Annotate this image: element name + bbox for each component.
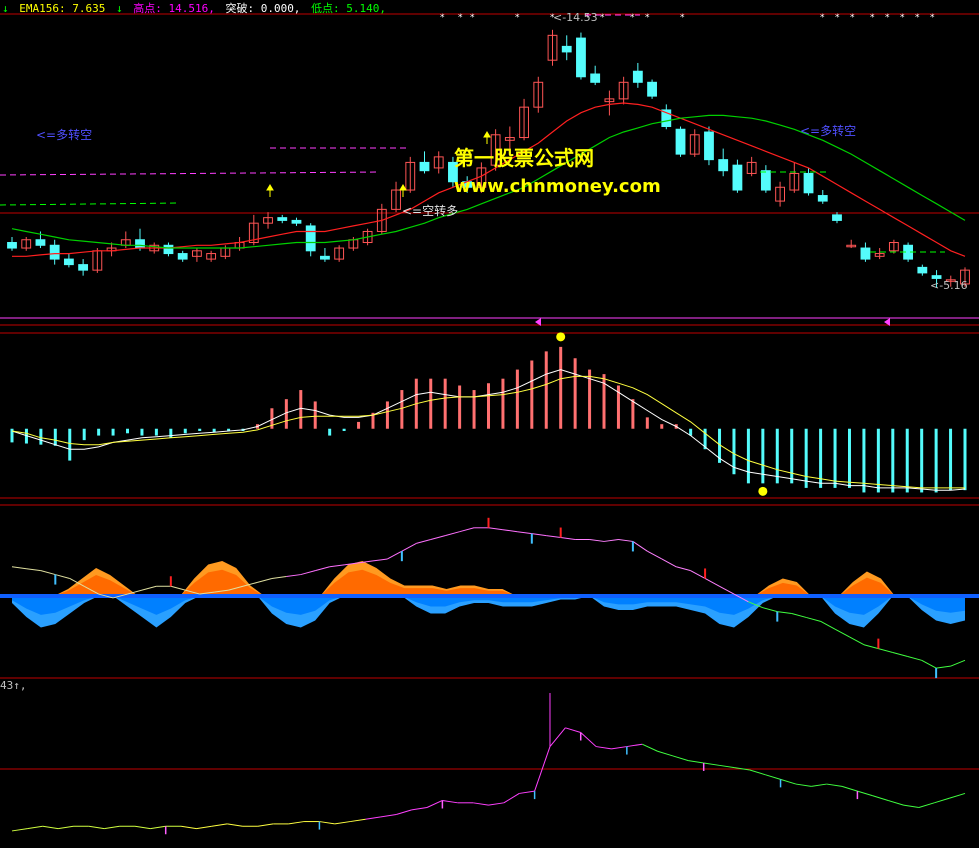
candle-body: [78, 264, 89, 271]
candle-body: [832, 214, 842, 221]
candle-body: [35, 239, 46, 246]
panel4-label: 43↑,: [0, 679, 27, 692]
header-ema-value: EMA156: 7.635: [19, 2, 106, 15]
top-marker-star: *: [850, 13, 855, 23]
annotation-short-to-long: <=空转多: [402, 204, 459, 218]
candle-body: [49, 244, 60, 260]
candle-body: [917, 266, 928, 274]
top-marker-star: *: [835, 13, 840, 23]
top-marker-star: *: [885, 13, 890, 23]
candle-body: [63, 258, 74, 266]
top-marker-star: *: [930, 13, 935, 23]
candle-body: [576, 37, 586, 78]
top-marker-star: *: [515, 13, 520, 23]
candle-body: [7, 242, 17, 249]
candle-body: [163, 244, 174, 255]
macd-extreme-dot: [758, 486, 768, 496]
candle-body: [305, 225, 316, 252]
momentum-zero-band: [0, 594, 979, 598]
header-arrow-down-right: ↓: [115, 2, 123, 15]
annotation-long-to-short-right: <=多转空: [800, 124, 857, 138]
top-marker-star: *: [915, 13, 920, 23]
annotation-long-to-short-left: <=多转空: [36, 128, 93, 142]
candle-body: [760, 170, 771, 191]
candle-body: [817, 195, 828, 202]
header-arrow-down-left: ↓: [2, 2, 9, 15]
header-break-value: 突破: 0.000,: [225, 2, 301, 15]
candle-body: [135, 239, 145, 249]
top-marker-star: *: [470, 13, 475, 23]
candle-body: [931, 275, 942, 279]
candle-body: [561, 45, 572, 53]
candle-body: [632, 70, 643, 83]
candle-body: [675, 128, 686, 155]
candle-body: [277, 217, 288, 221]
top-marker-star: *: [440, 13, 445, 23]
candle-body: [291, 219, 302, 224]
macd-extreme-dot: [556, 332, 566, 342]
candle-body: [732, 164, 743, 191]
top-marker-star: *: [458, 13, 463, 23]
top-marker-star: *: [645, 13, 650, 23]
top-marker-star: *: [900, 13, 905, 23]
indicator-header: ↓ EMA156: 7.635 ↓ 高点: 14.516, 突破: 0.000,…: [2, 0, 390, 16]
top-marker-star: *: [870, 13, 875, 23]
candle-body: [718, 159, 729, 172]
candle-body: [590, 73, 601, 83]
annotation-trough-label: <-5.16: [930, 279, 968, 292]
candle-body: [419, 161, 430, 172]
top-marker-star: *: [820, 13, 825, 23]
header-high-value: 高点: 14.516,: [133, 2, 215, 15]
annotation-peak-label: <-14.53: [553, 11, 598, 24]
watermark-title: 第一股票公式网: [454, 146, 594, 170]
header-low-value: 低点: 5.140,: [311, 2, 387, 15]
watermark-url: www.chnmoney.com: [454, 176, 661, 197]
top-marker-star: *: [680, 13, 685, 23]
candle-body: [647, 81, 657, 97]
candle-body: [860, 247, 871, 260]
candle-body: [704, 131, 714, 161]
candle-body: [177, 253, 188, 260]
candle-body: [803, 172, 814, 194]
candle-body: [320, 255, 330, 260]
